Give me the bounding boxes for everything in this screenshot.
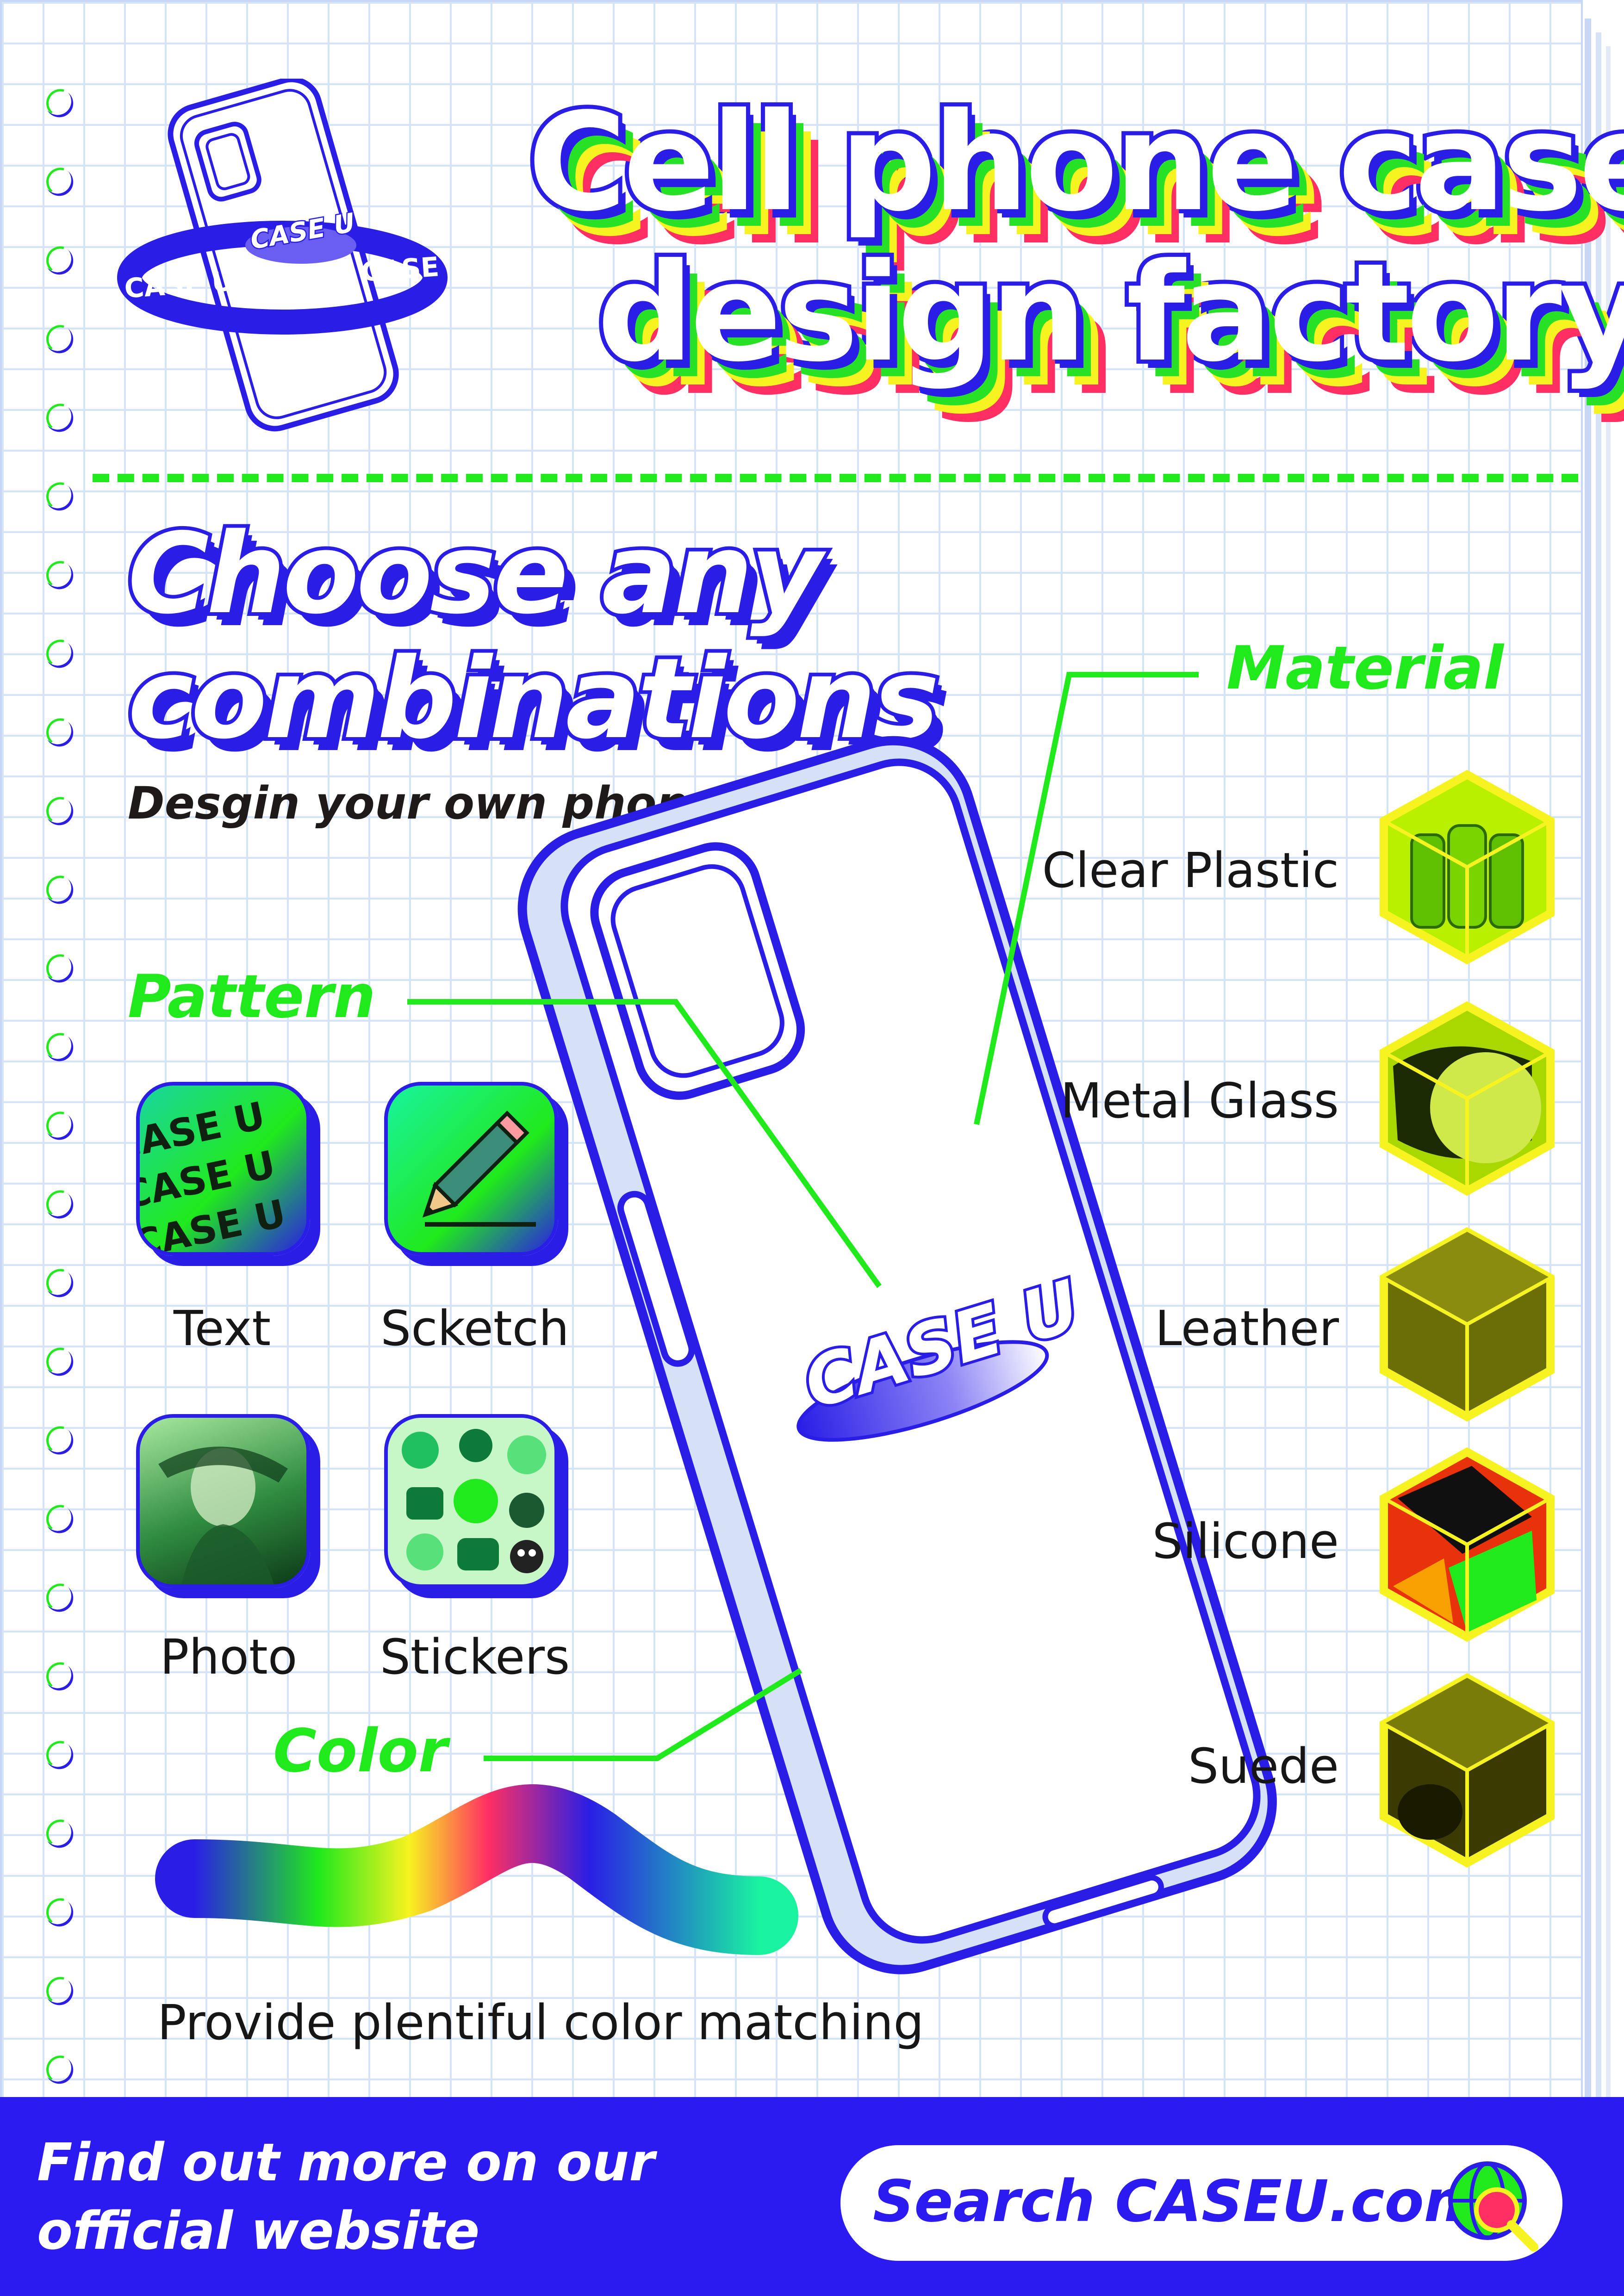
pattern-tile-photo[interactable] bbox=[136, 1414, 310, 1588]
material-swatch-clear-plastic[interactable] bbox=[1379, 770, 1555, 964]
footer-text: Find out more on our official website bbox=[37, 2128, 654, 2265]
photo-icon bbox=[158, 1446, 288, 1584]
pattern-tile-text[interactable]: CASE U CASE U CASE U bbox=[136, 1082, 310, 1256]
stickers-icon bbox=[402, 1429, 546, 1573]
pattern-tile-sketch[interactable] bbox=[384, 1082, 558, 1256]
pattern-caption-stickers: Stickers bbox=[380, 1629, 570, 1685]
footer-line-1: Find out more on our bbox=[37, 2133, 655, 2193]
poster: CASE U CASE U CASE U CASE U CASE U Cell … bbox=[0, 0, 1624, 2296]
pattern-caption-text: Text bbox=[173, 1300, 271, 1357]
search-website-button[interactable]: Search CASEU.com bbox=[840, 2145, 1562, 2261]
globe-search-icon bbox=[1448, 2161, 1538, 2252]
pattern-tile-stickers[interactable] bbox=[384, 1414, 558, 1588]
material-swatch-silicone[interactable] bbox=[1379, 1447, 1555, 1642]
material-swatch-leather[interactable] bbox=[1379, 1227, 1555, 1421]
pencil-icon bbox=[422, 1111, 536, 1227]
footer-line-2: official website bbox=[37, 2201, 480, 2261]
material-label-silicone: Silicone bbox=[1152, 1513, 1339, 1570]
search-website-text: Search CASEU.com bbox=[873, 2168, 1484, 2235]
color-caption: Provide plentiful color matching bbox=[157, 1994, 924, 2051]
material-label-suede: Suede bbox=[1188, 1738, 1339, 1794]
material-label-clear-plastic: Clear Plastic bbox=[1042, 842, 1339, 899]
material-label-leather: Leather bbox=[1155, 1300, 1339, 1357]
material-label-metal-glass: Metal Glass bbox=[1060, 1073, 1339, 1129]
color-label: Color bbox=[273, 1717, 448, 1786]
text-pattern-icon: CASE U CASE U CASE U bbox=[136, 1093, 290, 1256]
pattern-label: Pattern bbox=[128, 962, 376, 1031]
pattern-caption-photo: Photo bbox=[160, 1629, 298, 1685]
material-swatch-suede[interactable] bbox=[1379, 1673, 1555, 1868]
material-label: Material bbox=[1226, 634, 1504, 703]
material-swatch-metal-glass[interactable] bbox=[1379, 1001, 1555, 1196]
pattern-caption-sketch: Scketch bbox=[380, 1300, 569, 1357]
